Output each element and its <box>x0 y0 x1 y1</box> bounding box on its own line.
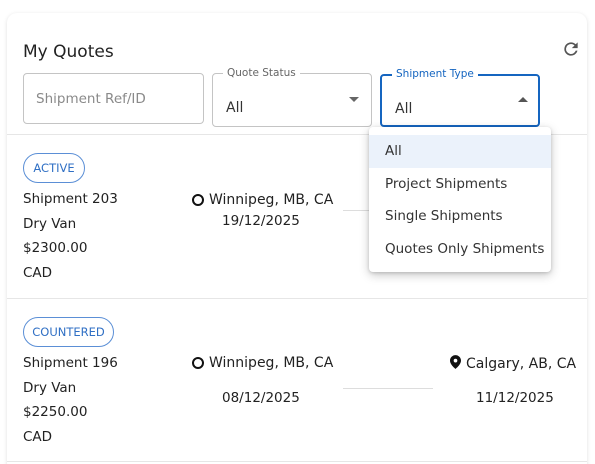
menu-item-quotes-only-shipments[interactable]: Quotes Only Shipments <box>369 233 551 266</box>
quote-row[interactable]: COUNTERED Shipment 196 Dry Van $2250.00 … <box>7 298 587 462</box>
quote-currency: CAD <box>23 428 53 445</box>
quote-info: Shipment 196 Dry Van $2250.00 CAD <box>23 351 118 449</box>
equipment-type: Dry Van <box>23 215 77 232</box>
origin-date: 19/12/2025 <box>222 213 300 229</box>
quote-status-value: All <box>226 100 244 116</box>
quote-currency: CAD <box>23 264 53 281</box>
origin-text: Winnipeg, MB, CA <box>209 355 334 371</box>
status-badge: ACTIVE <box>23 153 85 183</box>
shipment-type-select[interactable]: Shipment Type All <box>380 68 540 127</box>
equipment-type: Dry Van <box>23 379 77 396</box>
shipment-type-dropdown-menu: All Project Shipments Single Shipments Q… <box>369 127 551 272</box>
map-pin-icon <box>450 355 461 373</box>
destination-date: 11/12/2025 <box>476 390 554 406</box>
refresh-icon[interactable] <box>561 39 581 59</box>
quote-info: Shipment 203 Dry Van $2300.00 CAD <box>23 187 118 285</box>
shipment-type-value: All <box>395 101 413 117</box>
destination-location: Calgary, AB, CA <box>450 355 576 373</box>
page-title: My Quotes <box>23 42 114 62</box>
origin-location: Winnipeg, MB, CA <box>192 192 333 208</box>
quote-price: $2300.00 <box>23 240 88 256</box>
quote-status-label: Quote Status <box>223 67 300 79</box>
menu-item-project-shipments[interactable]: Project Shipments <box>369 168 551 201</box>
shipment-ref-field[interactable] <box>23 73 204 124</box>
shipment-type-label: Shipment Type <box>392 68 478 80</box>
menu-item-single-shipments[interactable]: Single Shipments <box>369 200 551 233</box>
caret-up-icon <box>518 97 528 102</box>
shipment-ref-input[interactable] <box>36 91 196 107</box>
origin-circle-icon <box>192 357 204 369</box>
origin-circle-icon <box>192 194 204 206</box>
origin-location: Winnipeg, MB, CA <box>192 355 333 371</box>
shipment-id: Shipment 203 <box>23 191 118 207</box>
origin-date: 08/12/2025 <box>222 390 300 406</box>
shipment-id: Shipment 196 <box>23 355 118 371</box>
menu-item-all[interactable]: All <box>369 135 551 168</box>
destination-text: Calgary, AB, CA <box>466 356 577 372</box>
status-badge: COUNTERED <box>23 317 114 347</box>
quote-status-select[interactable]: Quote Status All <box>212 67 372 127</box>
caret-down-icon <box>349 97 359 102</box>
route-line <box>343 388 433 389</box>
quote-price: $2250.00 <box>23 404 88 420</box>
origin-text: Winnipeg, MB, CA <box>209 192 334 208</box>
